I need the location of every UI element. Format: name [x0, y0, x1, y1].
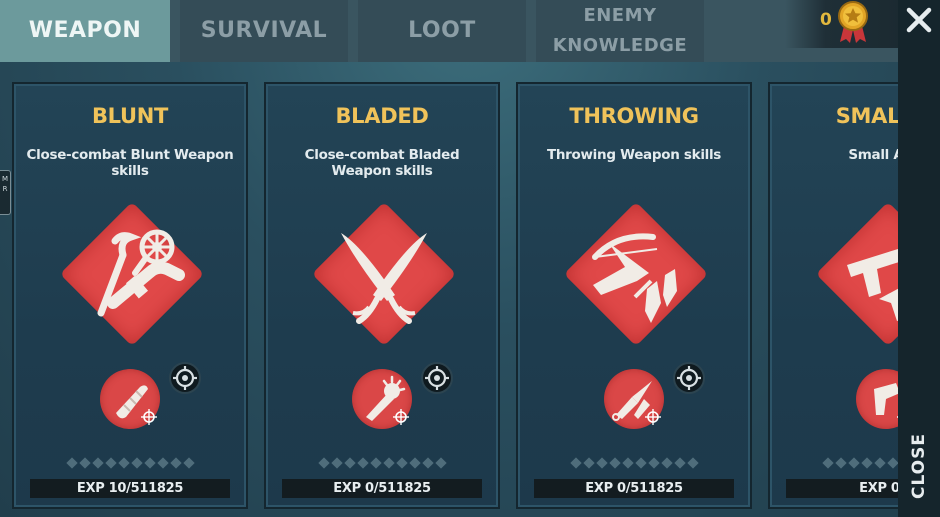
close-button[interactable]: CLOSE: [909, 433, 929, 499]
card-title: BLADED: [335, 104, 429, 128]
exp-bar: EXP 10/511825: [30, 479, 230, 498]
card-title: THROWING: [569, 104, 699, 128]
exp-bar: EXP 0/5: [786, 479, 898, 498]
card-description: Close-combat Blunt Weapon skills: [26, 147, 234, 179]
crossed-blades-icon: [311, 201, 457, 347]
target-button-icon[interactable]: [420, 361, 454, 395]
crosshair-small-icon: [141, 409, 157, 425]
pistols-icon: [815, 201, 898, 347]
target-button-icon[interactable]: [168, 361, 202, 395]
exp-bar: EXP 0/511825: [534, 479, 734, 498]
crossbow-darts-icon: [563, 201, 709, 347]
level-progress-dots: [770, 457, 898, 469]
holster-icon: [856, 369, 898, 429]
target-button-icon[interactable]: [672, 361, 706, 395]
skill-card-throwing[interactable]: THROWING Throwing Weapon skills EXP 0/51…: [516, 82, 752, 509]
crosshair-small-icon: [645, 409, 661, 425]
card-title: BLUNT: [91, 104, 169, 128]
level-progress-dots: [266, 457, 498, 469]
blunt-weapons-icon: [59, 201, 205, 347]
level-progress-dots: [14, 457, 246, 469]
skill-card-blunt[interactable]: BLUNT Close-combat Blunt Weapon skills E…: [12, 82, 248, 509]
level-progress-dots: [518, 457, 750, 469]
skill-cards-row: BLUNT Close-combat Blunt Weapon skills E…: [0, 0, 898, 517]
card-title: SMALL A: [835, 104, 898, 128]
skill-card-bladed[interactable]: BLADED Close-combat Bladed Weapon skills: [264, 82, 500, 509]
card-description: Small Arm: [848, 147, 898, 163]
card-description: Throwing Weapon skills: [546, 147, 722, 163]
close-panel[interactable]: CLOSE: [898, 0, 940, 517]
exp-bar: EXP 0/511825: [282, 479, 482, 498]
skill-card-small-arms[interactable]: SMALL A Small Arm EXP 0/: [768, 82, 898, 509]
close-x-icon[interactable]: [905, 6, 933, 34]
card-description: Close-combat Bladed Weapon skills: [304, 147, 460, 179]
crosshair-small-icon: [393, 409, 409, 425]
